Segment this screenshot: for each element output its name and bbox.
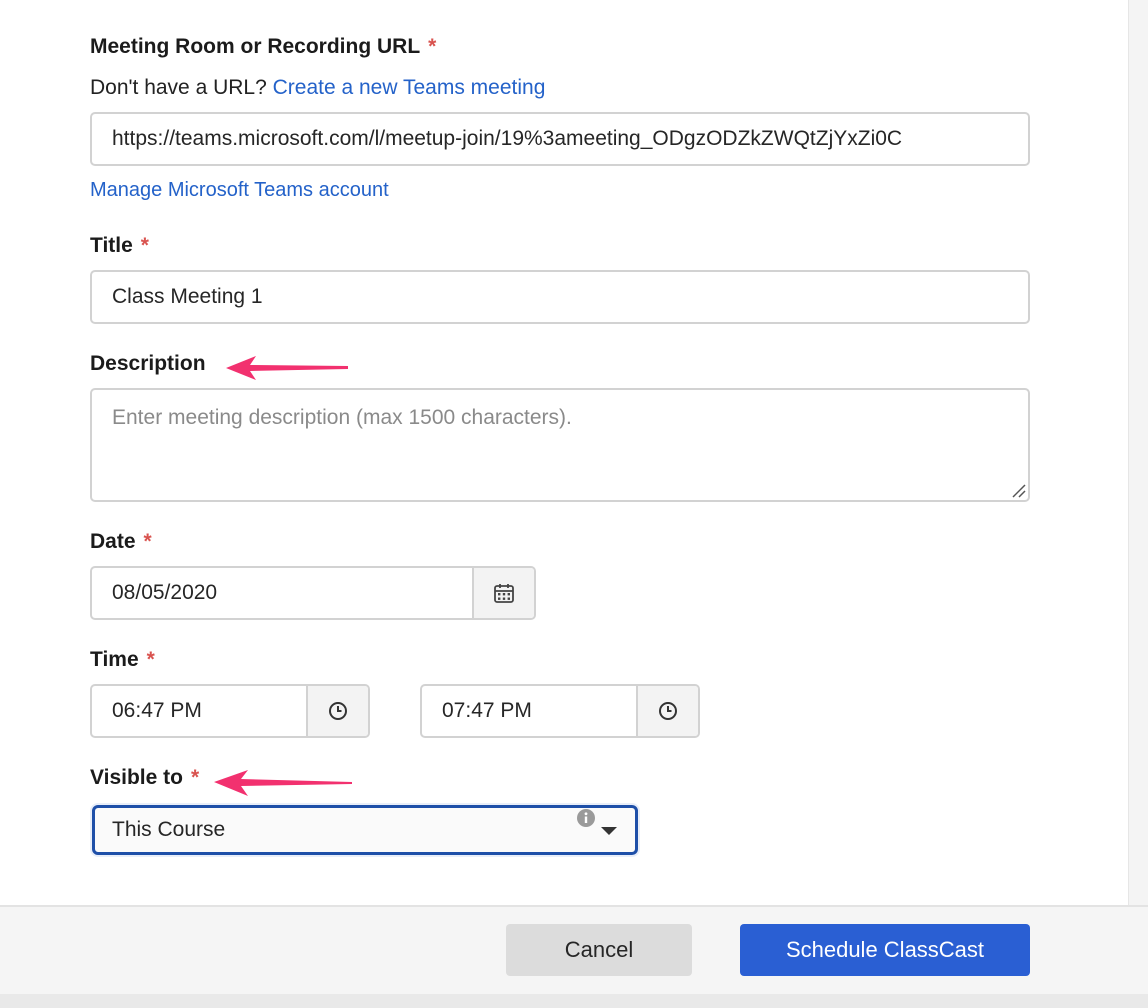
url-helper: Don't have a URL? Create a new Teams mee… — [90, 76, 545, 100]
required-mark: * — [190, 766, 200, 789]
start-time-value: 06:47 PM — [112, 699, 202, 722]
required-mark: * — [143, 530, 152, 553]
start-time-button[interactable] — [306, 686, 368, 736]
resize-grip-icon[interactable] — [1010, 482, 1026, 498]
title-input-value: Class Meeting 1 — [112, 285, 263, 308]
create-teams-meeting-link[interactable]: Create a new Teams meeting — [273, 76, 546, 99]
required-mark: * — [140, 234, 149, 257]
url-helper-text: Don't have a URL? — [90, 76, 267, 99]
manage-teams-account-link[interactable]: Manage Microsoft Teams account — [90, 179, 389, 202]
date-label-text: Date — [90, 530, 136, 553]
url-input[interactable]: https://teams.microsoft.com/l/meetup-joi… — [90, 112, 1030, 166]
calendar-icon — [494, 584, 514, 603]
visible-to-select[interactable]: This Course — [92, 805, 638, 855]
end-time-picker: 07:47 PM — [420, 684, 700, 738]
url-input-value: https://teams.microsoft.com/l/meetup-joi… — [112, 127, 903, 150]
visible-to-selected-value: This Course — [112, 818, 226, 841]
description-placeholder: Enter meeting description (max 1500 char… — [112, 406, 572, 429]
url-label-text: Meeting Room or Recording URL — [90, 35, 421, 58]
start-time-picker: 06:47 PM — [90, 684, 370, 738]
description-label: Description — [90, 352, 206, 375]
title-input[interactable]: Class Meeting 1 — [90, 270, 1030, 324]
time-label-text: Time — [90, 648, 139, 671]
cancel-button[interactable]: Cancel — [506, 924, 692, 976]
end-time-button[interactable] — [636, 686, 698, 736]
modal-footer: Cancel Schedule ClassCast — [0, 905, 1148, 1008]
time-label: Time * — [90, 648, 155, 672]
date-label: Date * — [90, 530, 152, 554]
required-mark: * — [146, 648, 155, 671]
url-label: Meeting Room or Recording URL * — [90, 35, 436, 59]
date-picker: 08/05/2020 — [90, 566, 536, 620]
clock-icon — [329, 702, 347, 720]
end-time-input[interactable]: 07:47 PM — [420, 684, 700, 738]
date-input[interactable]: 08/05/2020 — [90, 566, 536, 620]
date-input-value: 08/05/2020 — [112, 581, 218, 604]
start-time-input[interactable]: 06:47 PM — [90, 684, 370, 738]
visible-to-label: Visible to * — [90, 766, 199, 790]
description-textarea[interactable]: Enter meeting description (max 1500 char… — [90, 388, 1030, 502]
title-label-text: Title — [90, 234, 133, 257]
calendar-button[interactable] — [472, 568, 534, 618]
annotation-arrow-icon — [214, 770, 352, 796]
required-mark: * — [428, 35, 437, 58]
annotation-arrow-icon — [226, 356, 348, 380]
visible-to-label-text: Visible to — [90, 766, 183, 789]
info-icon[interactable] — [576, 808, 596, 828]
footer-bottom-strip — [0, 994, 1148, 1008]
chevron-down-icon — [601, 827, 617, 835]
title-label: Title * — [90, 234, 149, 258]
clock-icon — [659, 702, 677, 720]
end-time-value: 07:47 PM — [442, 699, 532, 722]
schedule-classcast-button[interactable]: Schedule ClassCast — [740, 924, 1030, 976]
scrollbar-track[interactable] — [1128, 0, 1148, 905]
